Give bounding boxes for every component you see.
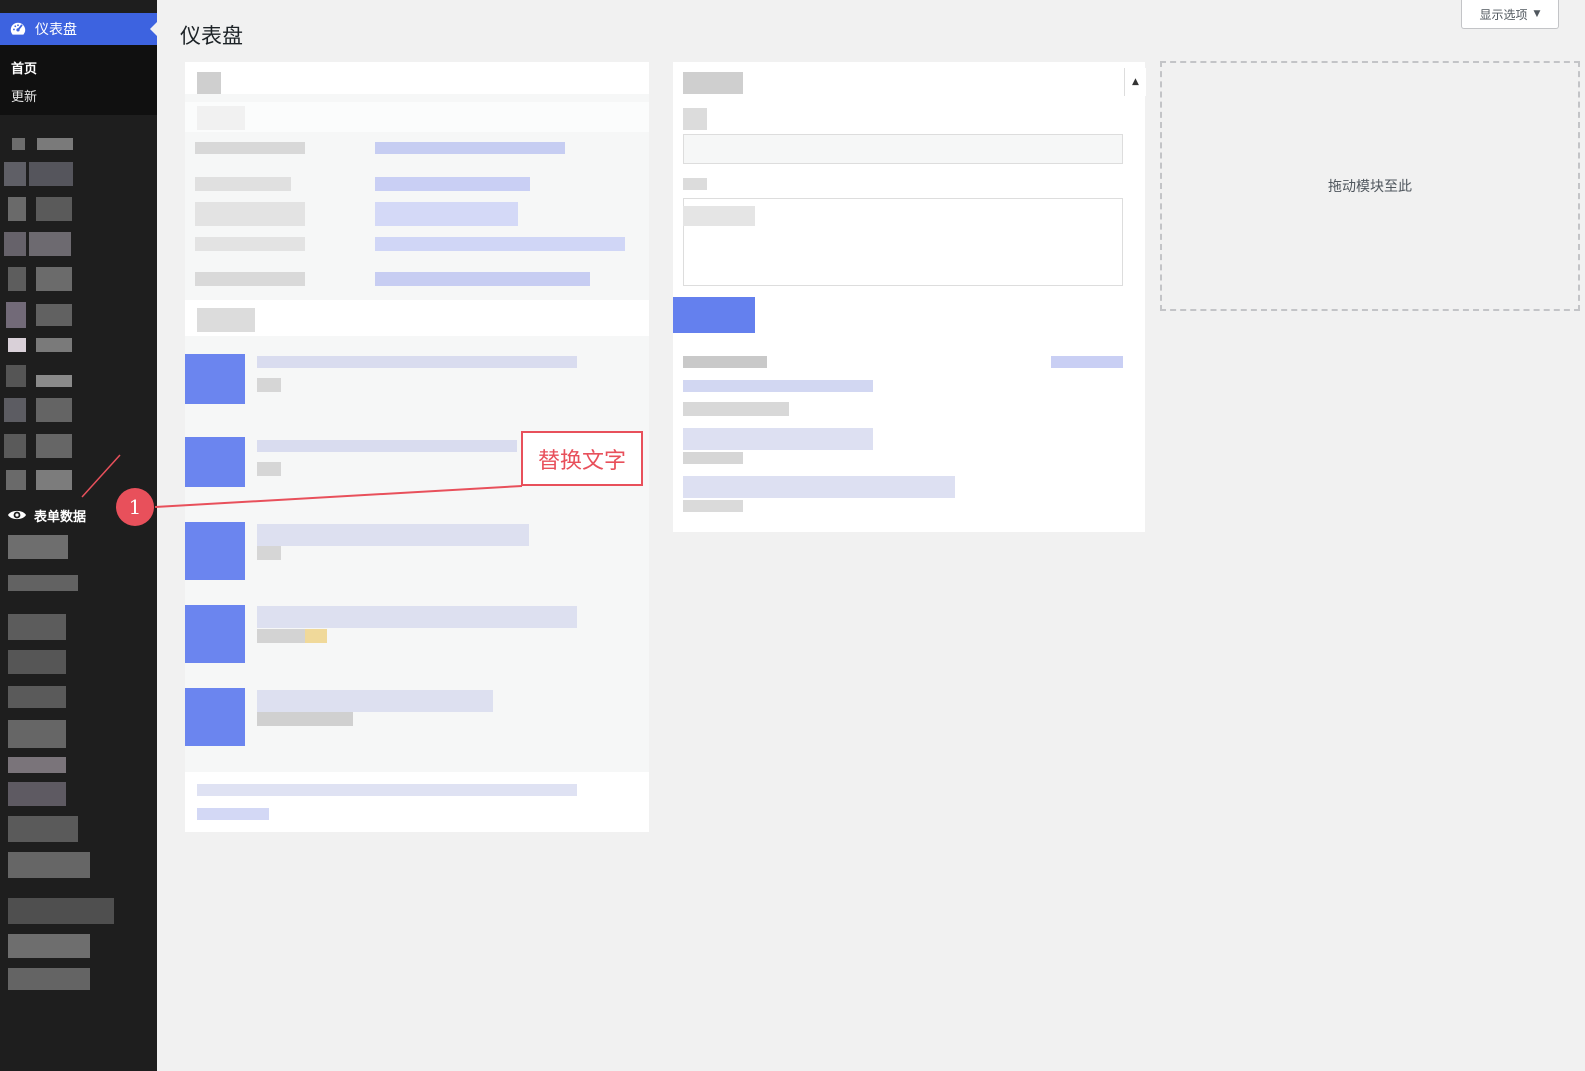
admin-bar-strip bbox=[0, 0, 157, 13]
thumbnail bbox=[185, 354, 245, 404]
thumbnail bbox=[185, 605, 245, 663]
menu-item-form-data-label: 表单数据 bbox=[34, 509, 87, 525]
annotation-callout: 替换文字 bbox=[521, 431, 643, 486]
dashboard-widget-middle bbox=[673, 62, 1145, 532]
thumbnail bbox=[185, 437, 245, 487]
screen-options-button[interactable]: 显示选项 ▼ bbox=[1461, 0, 1559, 29]
admin-sidebar: 仪表盘 首页 更新 表单数据 bbox=[0, 0, 158, 1071]
save-draft-button[interactable] bbox=[673, 297, 755, 333]
page-title: 仪表盘 bbox=[180, 24, 243, 48]
title-input[interactable] bbox=[683, 134, 1123, 164]
menu-item-dashboard-label: 仪表盘 bbox=[35, 22, 77, 38]
drop-zone-text: 拖动模块至此 bbox=[1328, 179, 1412, 195]
widget-drop-zone[interactable]: 拖动模块至此 bbox=[1160, 61, 1580, 311]
dashboard-submenu: 首页 更新 bbox=[0, 45, 157, 115]
thumbnail bbox=[185, 688, 245, 746]
submenu-home[interactable]: 首页 bbox=[11, 58, 37, 77]
caret-down-icon: ▼ bbox=[1533, 9, 1541, 19]
annotation-step-badge: 1 bbox=[116, 488, 154, 526]
scroll-up-arrow[interactable]: ▲ bbox=[1124, 68, 1146, 96]
widget-left-header[interactable] bbox=[185, 62, 649, 94]
eye-icon bbox=[8, 510, 26, 520]
screen-options-label: 显示选项 bbox=[1479, 7, 1528, 22]
thumbnail bbox=[185, 522, 245, 580]
submenu-updates[interactable]: 更新 bbox=[11, 86, 37, 105]
menu-item-dashboard[interactable]: 仪表盘 bbox=[0, 13, 158, 45]
dashboard-gauge-icon bbox=[10, 22, 26, 35]
